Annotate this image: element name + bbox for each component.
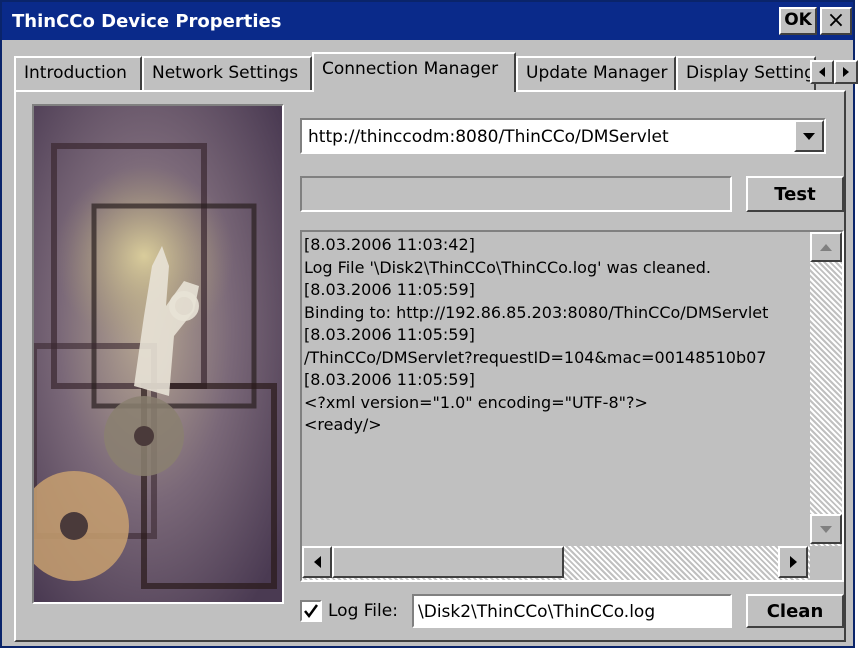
tab-scroll-right-button[interactable] [834, 60, 858, 84]
arrow-right-icon [790, 556, 797, 568]
decorative-image [32, 104, 284, 604]
checkmark-icon [304, 604, 319, 619]
tab-connection-manager[interactable]: Connection Manager [312, 52, 516, 92]
log-line: <?xml version="1.0" encoding="UTF-8"?> [304, 392, 648, 412]
artwork-icon [34, 106, 282, 602]
tab-network-settings[interactable]: Network Settings [142, 56, 312, 90]
horizontal-scrollbar[interactable] [302, 546, 810, 580]
log-file-path-input[interactable]: \Disk2\ThinCCo\ThinCCo.log [412, 594, 732, 628]
log-line: [8.03.2006 11:05:59] [304, 325, 475, 344]
vertical-scrollbar[interactable] [810, 232, 842, 546]
tab-label: Introduction [24, 63, 127, 83]
close-icon: × [826, 8, 846, 33]
arrow-right-icon [843, 67, 849, 77]
test-button-label: Test [774, 184, 816, 205]
close-button[interactable]: × [820, 7, 852, 35]
scroll-down-button[interactable] [810, 514, 842, 544]
tab-scroll-left-button[interactable] [810, 60, 834, 84]
tab-display-settings[interactable]: Display Settings [676, 56, 816, 90]
log-line: <ready/> [304, 415, 382, 434]
properties-window: ThinCCo Device Properties OK × Introduct… [0, 0, 858, 648]
scroll-corner [810, 546, 842, 580]
scroll-up-button[interactable] [810, 232, 842, 262]
tab-label: Connection Manager [322, 59, 499, 79]
ok-button[interactable]: OK [779, 7, 817, 35]
tab-label: Display Settings [686, 63, 816, 83]
log-line: /ThinCCo/DMServlet?requestID=104&mac=001… [304, 347, 767, 367]
dropdown-button[interactable] [794, 120, 824, 152]
log-line: Binding to: http://192.86.85.203:8080/Th… [304, 302, 769, 322]
log-file-checkbox[interactable] [300, 600, 322, 622]
arrow-down-icon [820, 526, 832, 533]
window-title: ThinCCo Device Properties [12, 11, 282, 32]
log-line: [8.03.2006 11:03:42] [304, 235, 475, 254]
log-line: [8.03.2006 11:05:59] [304, 370, 475, 389]
tab-introduction[interactable]: Introduction [14, 56, 142, 90]
scroll-right-button[interactable] [778, 546, 808, 578]
clean-button[interactable]: Clean [746, 594, 844, 628]
chevron-down-icon [803, 133, 815, 140]
log-file-path-value: \Disk2\ThinCCo\ThinCCo.log [418, 602, 656, 622]
server-url-dropdown[interactable]: http://thinccodm:8080/ThinCCo/DMServlet [300, 118, 826, 154]
tab-update-manager[interactable]: Update Manager [516, 56, 676, 90]
title-bar: ThinCCo Device Properties OK × [2, 2, 853, 40]
log-output[interactable]: [8.03.2006 11:03:42] Log File '\Disk2\Th… [300, 230, 844, 582]
clean-button-label: Clean [766, 601, 824, 622]
log-line: Log File '\Disk2\ThinCCo\ThinCCo.log' wa… [304, 257, 712, 277]
status-field [300, 176, 732, 212]
log-line: [8.03.2006 11:05:59] [304, 280, 475, 299]
log-text-area: [8.03.2006 11:03:42] Log File '\Disk2\Th… [304, 234, 808, 540]
tab-label: Update Manager [526, 63, 668, 83]
horizontal-scroll-thumb[interactable] [332, 546, 564, 578]
arrow-left-icon [819, 67, 825, 77]
test-button[interactable]: Test [746, 176, 844, 212]
arrow-left-icon [314, 556, 321, 568]
server-url-value: http://thinccodm:8080/ThinCCo/DMServlet [308, 127, 669, 147]
arrow-up-icon [820, 244, 832, 251]
tab-label: Network Settings [152, 63, 299, 83]
scroll-left-button[interactable] [302, 546, 332, 578]
log-file-label: Log File: [328, 601, 398, 621]
connection-manager-panel: http://thinccodm:8080/ThinCCo/DMServlet … [14, 90, 846, 642]
